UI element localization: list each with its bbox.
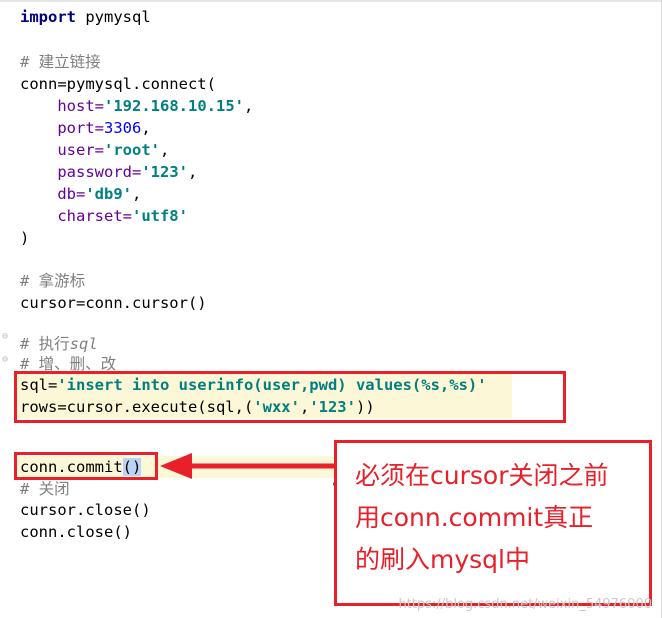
callout-text-line2: 用conn.commit真正 xyxy=(355,503,594,532)
code-editor[interactable]: ⊖ ⊖ import pymysql # 建立链接 conn=pymysql.c… xyxy=(0,0,662,618)
watermark: https://blog.csdn.net/weixin_54976000 xyxy=(398,597,652,612)
callout-text-line3: 的刷入mysql中 xyxy=(355,545,530,574)
annotation-callout: 必须在cursor关闭之前 用conn.commit真正 的刷入mysql中 xyxy=(334,440,652,606)
callout-text-line1: 必须在cursor关闭之前 xyxy=(355,461,609,490)
